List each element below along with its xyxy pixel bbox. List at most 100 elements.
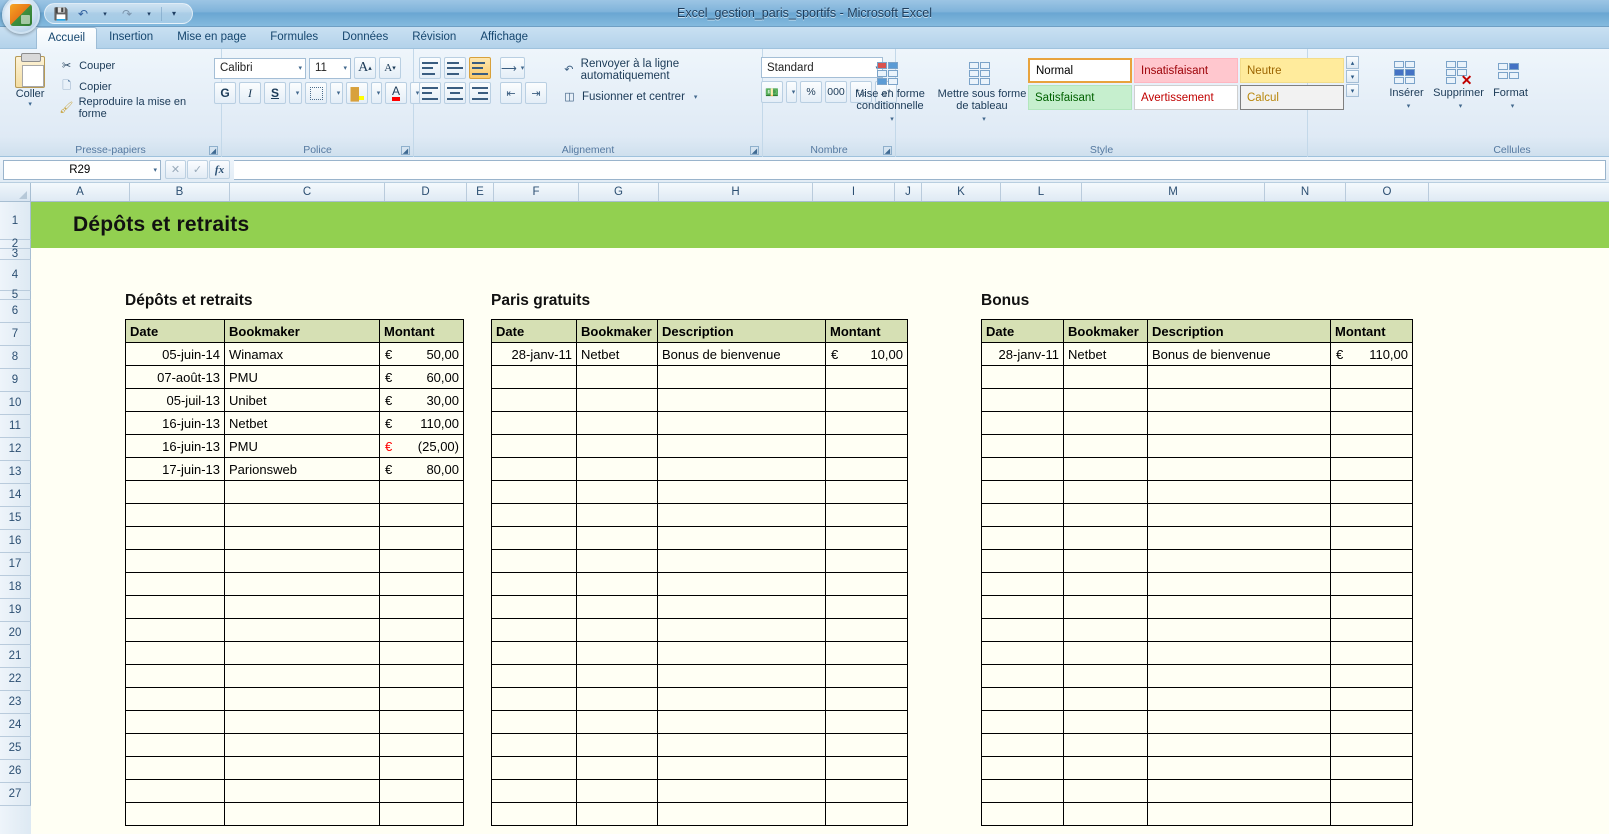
table-row-empty[interactable] bbox=[125, 480, 464, 504]
cell-empty[interactable] bbox=[125, 664, 225, 688]
insert-function-icon[interactable]: fx bbox=[209, 160, 230, 179]
clipboard-dialog-launcher[interactable]: ◢ bbox=[209, 146, 218, 155]
align-middle-button[interactable] bbox=[444, 57, 466, 79]
cell-empty[interactable] bbox=[657, 503, 826, 527]
cell-amount[interactable]: €80,00 bbox=[379, 457, 464, 481]
table-row-empty[interactable] bbox=[981, 480, 1413, 504]
align-center-button[interactable] bbox=[444, 82, 466, 104]
cell-empty[interactable] bbox=[224, 618, 380, 642]
tab-affichage[interactable]: Affichage bbox=[468, 26, 540, 48]
table-row-empty[interactable] bbox=[491, 733, 908, 757]
column-header-n[interactable]: N bbox=[1265, 183, 1346, 201]
fill-color-dropdown-icon[interactable]: ▾ bbox=[371, 82, 382, 104]
table-row[interactable]: 28-janv-11 Netbet Bonus de bienvenue €10,00 bbox=[491, 342, 908, 366]
cell-empty[interactable] bbox=[379, 802, 464, 826]
cancel-icon[interactable]: ✕ bbox=[165, 160, 186, 179]
cell-empty[interactable] bbox=[1147, 756, 1331, 780]
cell-empty[interactable] bbox=[981, 687, 1064, 711]
cell-empty[interactable] bbox=[576, 503, 658, 527]
cell-empty[interactable] bbox=[1063, 572, 1148, 596]
cell-empty[interactable] bbox=[1330, 503, 1413, 527]
cut-button[interactable]: ✂ Couper bbox=[55, 56, 216, 75]
borders-button[interactable] bbox=[305, 82, 327, 104]
table-row-empty[interactable] bbox=[125, 802, 464, 826]
cell-empty[interactable] bbox=[657, 733, 826, 757]
cell-empty[interactable] bbox=[491, 549, 577, 573]
cell-empty[interactable] bbox=[379, 595, 464, 619]
cell-empty[interactable] bbox=[981, 802, 1064, 826]
cell-empty[interactable] bbox=[825, 411, 908, 435]
cell-empty[interactable] bbox=[224, 687, 380, 711]
cell-empty[interactable] bbox=[1063, 641, 1148, 665]
row-header-4[interactable]: 4 bbox=[0, 260, 31, 291]
cell-empty[interactable] bbox=[1147, 572, 1331, 596]
table-row-empty[interactable] bbox=[491, 549, 908, 573]
fill-color-button[interactable]: █ bbox=[346, 82, 368, 104]
cell-amount[interactable]: €30,00 bbox=[379, 388, 464, 412]
cell-empty[interactable] bbox=[491, 480, 577, 504]
cell-empty[interactable] bbox=[379, 641, 464, 665]
cell-empty[interactable] bbox=[224, 503, 380, 527]
alignment-dialog-launcher[interactable]: ◢ bbox=[750, 146, 759, 155]
cell-empty[interactable] bbox=[657, 434, 826, 458]
format-dropdown-icon[interactable]: ▾ bbox=[1507, 101, 1515, 113]
cell-empty[interactable] bbox=[981, 710, 1064, 734]
table-row-empty[interactable] bbox=[981, 595, 1413, 619]
table-row-empty[interactable] bbox=[981, 779, 1413, 803]
cell-empty[interactable] bbox=[491, 779, 577, 803]
shrink-font-button[interactable]: A ▾ bbox=[379, 57, 401, 79]
cell-amount[interactable]: €60,00 bbox=[379, 365, 464, 389]
cell-empty[interactable] bbox=[224, 779, 380, 803]
table-row-empty[interactable] bbox=[981, 572, 1413, 596]
cell-empty[interactable] bbox=[1330, 733, 1413, 757]
conditional-formatting-button[interactable]: Mise en forme conditionnelle ▾ bbox=[844, 56, 936, 126]
table-row-empty[interactable] bbox=[981, 641, 1413, 665]
row-header-25[interactable]: 25 bbox=[0, 737, 31, 760]
cell-empty[interactable] bbox=[1063, 802, 1148, 826]
cell-empty[interactable] bbox=[1330, 687, 1413, 711]
cell-empty[interactable] bbox=[825, 572, 908, 596]
cell-date[interactable]: 16-juin-13 bbox=[125, 434, 225, 458]
cell-amount[interactable]: €110,00 bbox=[379, 411, 464, 435]
redo-icon[interactable]: ↷ bbox=[117, 5, 137, 23]
cell-empty[interactable] bbox=[491, 618, 577, 642]
cell-empty[interactable] bbox=[576, 457, 658, 481]
cell-empty[interactable] bbox=[379, 526, 464, 550]
cell-empty[interactable] bbox=[224, 480, 380, 504]
cell-empty[interactable] bbox=[981, 595, 1064, 619]
cell-empty[interactable] bbox=[1330, 457, 1413, 481]
row-header-1[interactable]: 1 bbox=[0, 202, 31, 240]
column-header-e[interactable]: E bbox=[467, 183, 494, 201]
cell-empty[interactable] bbox=[1063, 503, 1148, 527]
cell-empty[interactable] bbox=[1147, 434, 1331, 458]
currency-dropdown-icon[interactable]: ▾ bbox=[786, 81, 797, 103]
cell-empty[interactable] bbox=[1330, 388, 1413, 412]
cell-empty[interactable] bbox=[1147, 802, 1331, 826]
cell-empty[interactable] bbox=[224, 756, 380, 780]
tab-insertion[interactable]: Insertion bbox=[97, 26, 165, 48]
cell-empty[interactable] bbox=[1063, 595, 1148, 619]
table-row-empty[interactable] bbox=[125, 641, 464, 665]
row-header-12[interactable]: 12 bbox=[0, 438, 31, 461]
cell-empty[interactable] bbox=[1330, 641, 1413, 665]
row-header-5[interactable]: 5 bbox=[0, 289, 31, 301]
cell-bookmaker[interactable]: Netbet bbox=[1063, 342, 1148, 366]
table-row-empty[interactable] bbox=[491, 411, 908, 435]
cell-empty[interactable] bbox=[379, 710, 464, 734]
table-row-empty[interactable] bbox=[125, 526, 464, 550]
table-row-empty[interactable] bbox=[491, 756, 908, 780]
cell-empty[interactable] bbox=[825, 802, 908, 826]
cell-empty[interactable] bbox=[1330, 549, 1413, 573]
cell-empty[interactable] bbox=[224, 526, 380, 550]
table-row-empty[interactable] bbox=[491, 687, 908, 711]
cell-empty[interactable] bbox=[125, 756, 225, 780]
align-right-button[interactable] bbox=[469, 82, 491, 104]
cell-empty[interactable] bbox=[657, 687, 826, 711]
cell-empty[interactable] bbox=[657, 595, 826, 619]
cell-empty[interactable] bbox=[825, 733, 908, 757]
cell-empty[interactable] bbox=[224, 664, 380, 688]
table-row[interactable]: 28-janv-11 Netbet Bonus de bienvenue €110,0… bbox=[981, 342, 1413, 366]
table-dropdown-icon[interactable]: ▾ bbox=[978, 114, 986, 126]
cell-amount[interactable]: € (25,00) bbox=[379, 434, 464, 458]
row-header-15[interactable]: 15 bbox=[0, 507, 31, 530]
